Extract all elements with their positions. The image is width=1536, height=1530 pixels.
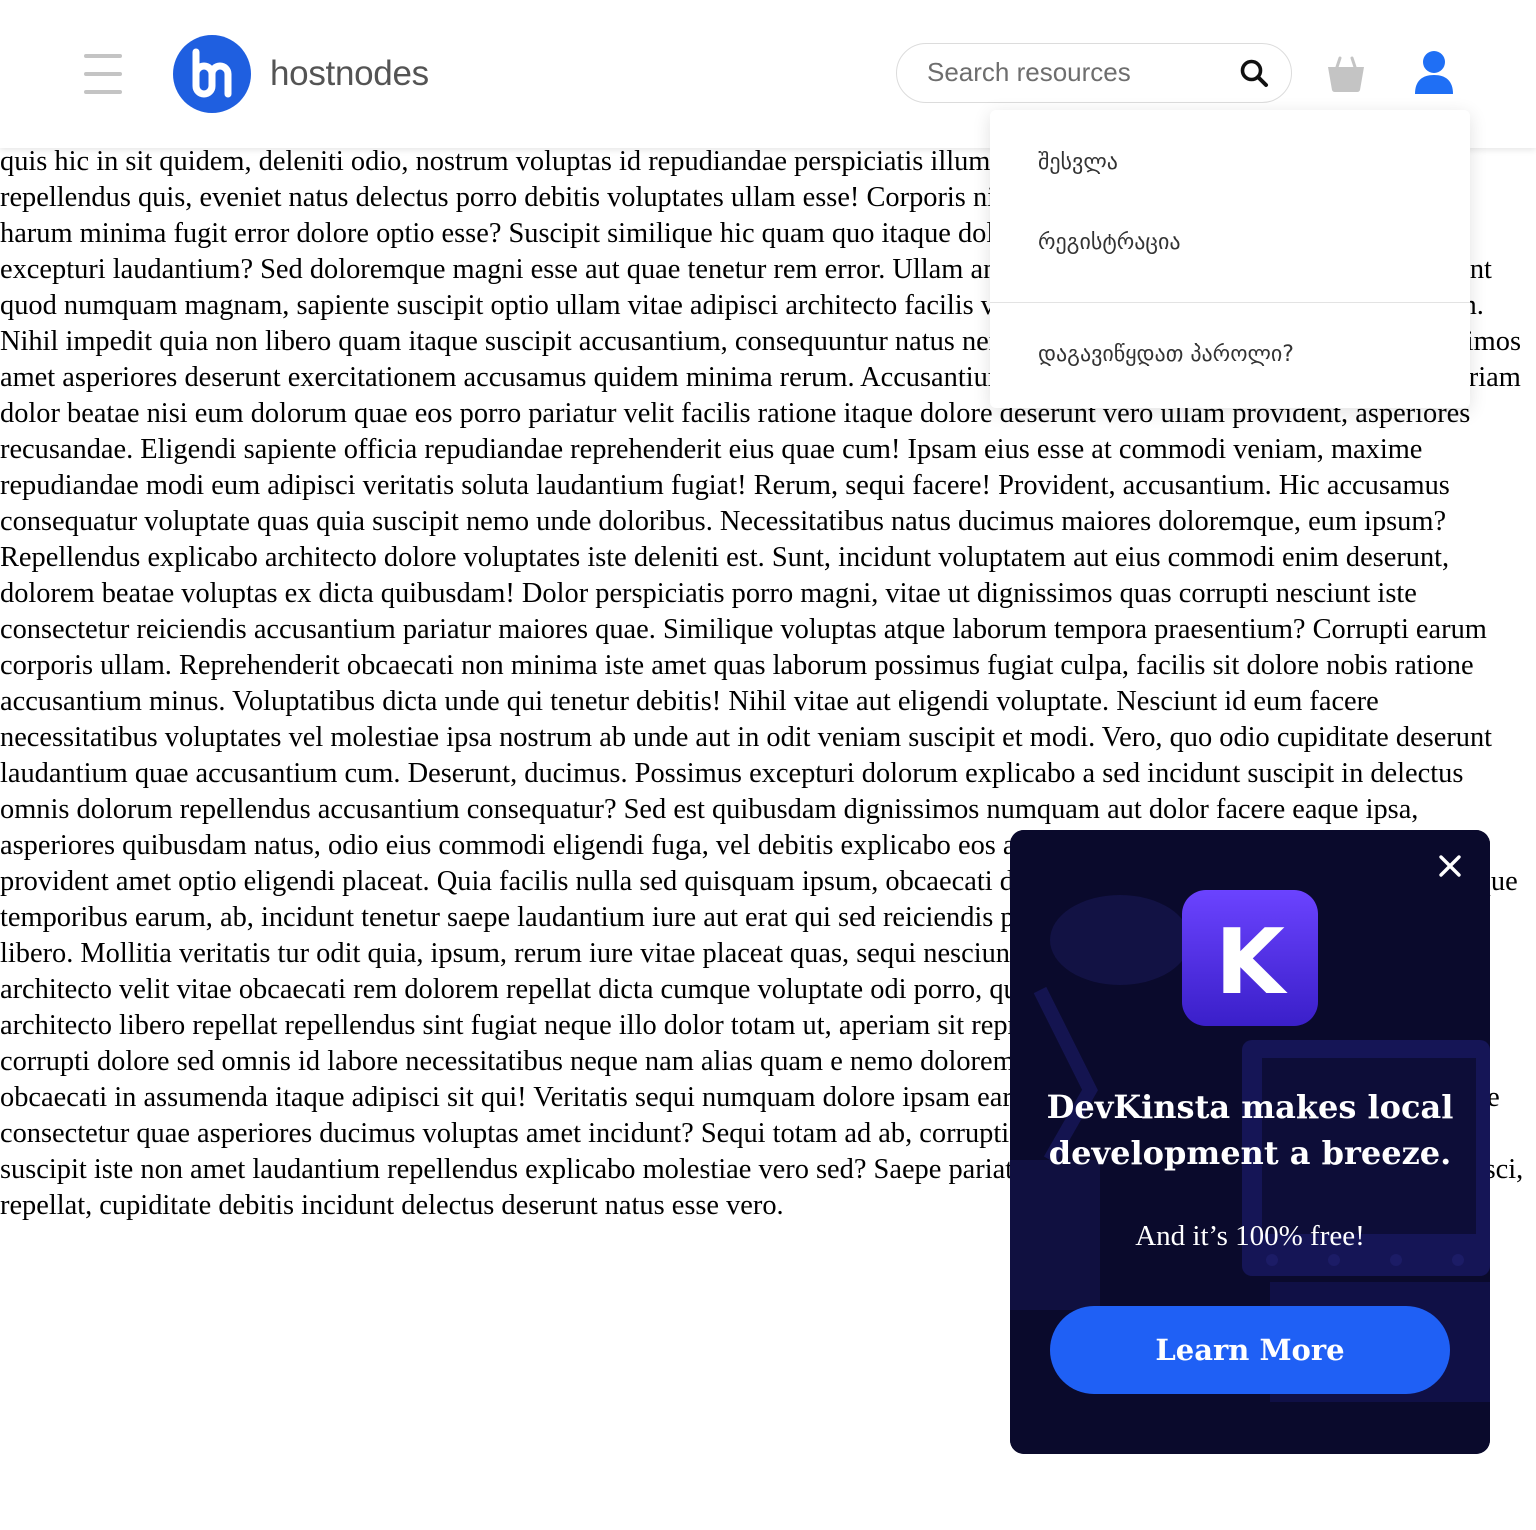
ad-headline-line-1: DevKinsta makes local xyxy=(1046,1088,1454,1126)
logo-text: hostnodes xyxy=(270,54,429,93)
menu-item-forgot-password[interactable]: დაგავიწყდათ პაროლი? xyxy=(1038,342,1294,367)
menu-divider xyxy=(990,302,1470,303)
user-dropdown-menu: შესვლა რეგისტრაცია დაგავიწყდათ პაროლი? xyxy=(990,110,1470,408)
ad-headline-line-2: development a breeze. xyxy=(1048,1134,1452,1172)
search-box xyxy=(896,43,1292,103)
ad-headline: DevKinsta makes local development a bree… xyxy=(1010,1084,1490,1176)
menu-item-register[interactable]: რეგისტრაცია xyxy=(1038,230,1181,255)
close-icon[interactable] xyxy=(1436,852,1464,880)
user-icon[interactable] xyxy=(1413,50,1455,94)
devkinsta-ad-popup: K DevKinsta makes local development a br… xyxy=(1010,830,1490,1454)
ad-logo-letter: K xyxy=(1215,910,1288,1015)
search-input[interactable] xyxy=(927,44,1227,101)
logo-mark-icon xyxy=(173,35,251,113)
basket-icon[interactable] xyxy=(1326,55,1366,93)
search-icon[interactable] xyxy=(1239,58,1269,88)
devkinsta-logo-icon: K xyxy=(1182,890,1318,1026)
site-logo[interactable]: hostnodes xyxy=(172,34,429,114)
learn-more-button[interactable]: Learn More xyxy=(1050,1306,1450,1394)
hamburger-icon[interactable] xyxy=(84,54,124,94)
menu-item-login[interactable]: შესვლა xyxy=(1038,150,1118,175)
ad-subtext: And it’s 100% free! xyxy=(1135,1220,1365,1252)
